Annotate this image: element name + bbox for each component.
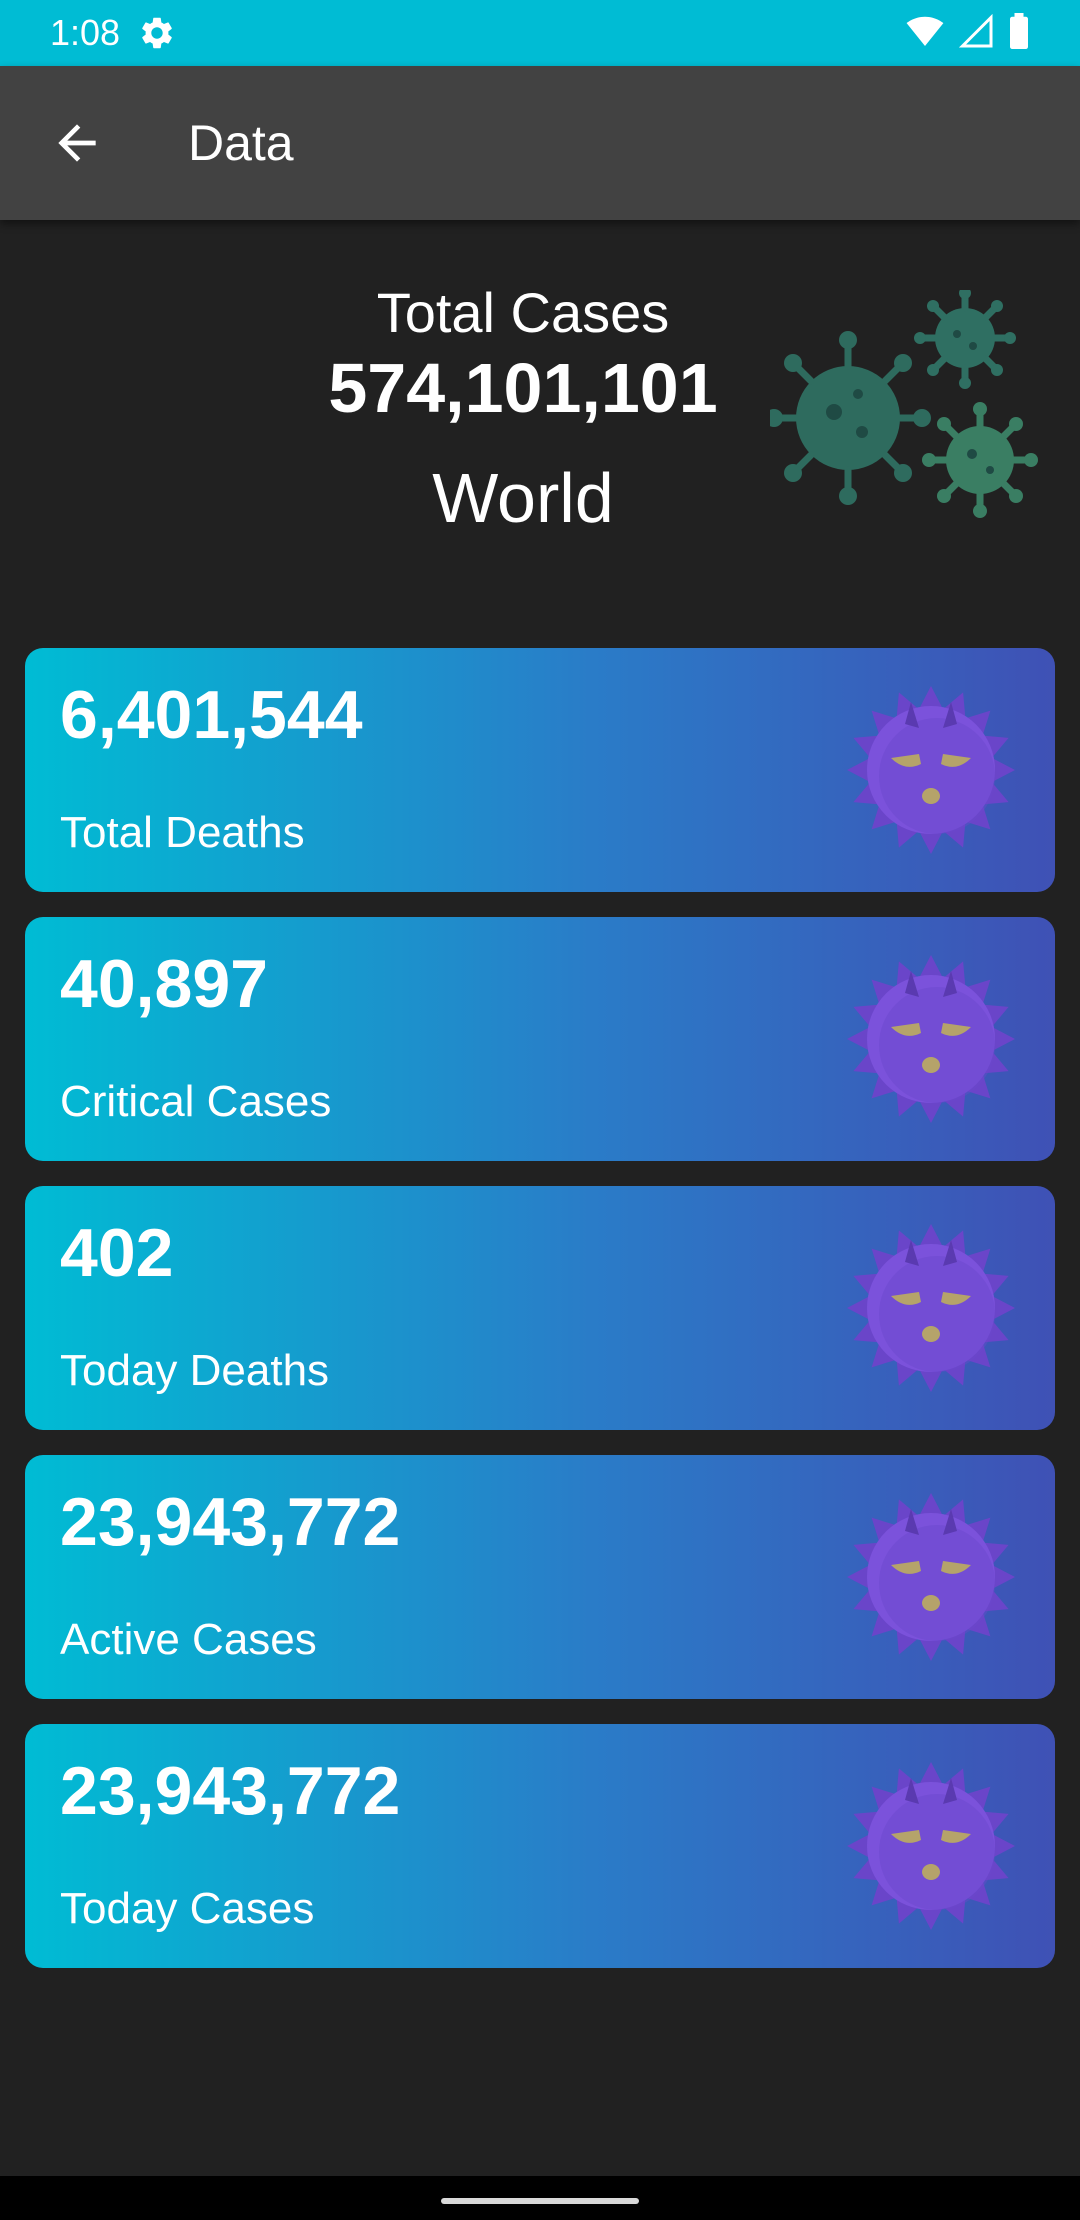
stat-card-today-cases[interactable]: 23,943,772 Today Cases — [25, 1724, 1055, 1968]
stat-value: 6,401,544 — [60, 677, 363, 753]
stat-label: Today Deaths — [60, 1346, 330, 1395]
status-bar: 1:08 — [0, 0, 1080, 66]
stat-card-today-deaths[interactable]: 402 Today Deaths — [25, 1186, 1055, 1430]
home-indicator[interactable] — [441, 2198, 639, 2204]
stat-label: Today Cases — [60, 1884, 315, 1933]
stat-value: 23,943,772 — [60, 1484, 401, 1560]
virus-cluster-icon — [770, 290, 1038, 518]
back-button[interactable] — [42, 108, 112, 178]
stat-value: 402 — [60, 1215, 174, 1291]
status-icons — [906, 12, 1030, 55]
page-title: Data — [188, 115, 294, 171]
virus-face-icon — [847, 1493, 1015, 1661]
stat-label: Critical Cases — [60, 1077, 332, 1126]
stat-card-critical-cases[interactable]: 40,897 Critical Cases — [25, 917, 1055, 1161]
wifi-icon — [906, 12, 944, 55]
stat-value: 40,897 — [60, 946, 268, 1022]
system-nav-bar — [0, 2176, 1080, 2220]
stat-card-total-deaths[interactable]: 6,401,544 Total Deaths — [25, 648, 1055, 892]
stat-value: 23,943,772 — [60, 1753, 401, 1829]
stat-label: Total Deaths — [60, 808, 305, 857]
arrow-back-icon — [58, 124, 96, 162]
virus-face-icon — [847, 955, 1015, 1123]
cell-signal-icon — [958, 13, 994, 54]
stat-label: Active Cases — [60, 1615, 317, 1664]
summary-header: Total Cases 574,101,101 World — [0, 250, 1080, 560]
virus-face-icon — [847, 1224, 1015, 1392]
virus-face-icon — [847, 686, 1015, 854]
status-time: 1:08 — [50, 12, 121, 53]
app-bar: Data — [0, 66, 1080, 220]
battery-icon — [1008, 12, 1030, 54]
settings-gear-icon — [138, 14, 176, 52]
virus-face-icon — [847, 1762, 1015, 1930]
stat-card-active-cases[interactable]: 23,943,772 Active Cases — [25, 1455, 1055, 1699]
